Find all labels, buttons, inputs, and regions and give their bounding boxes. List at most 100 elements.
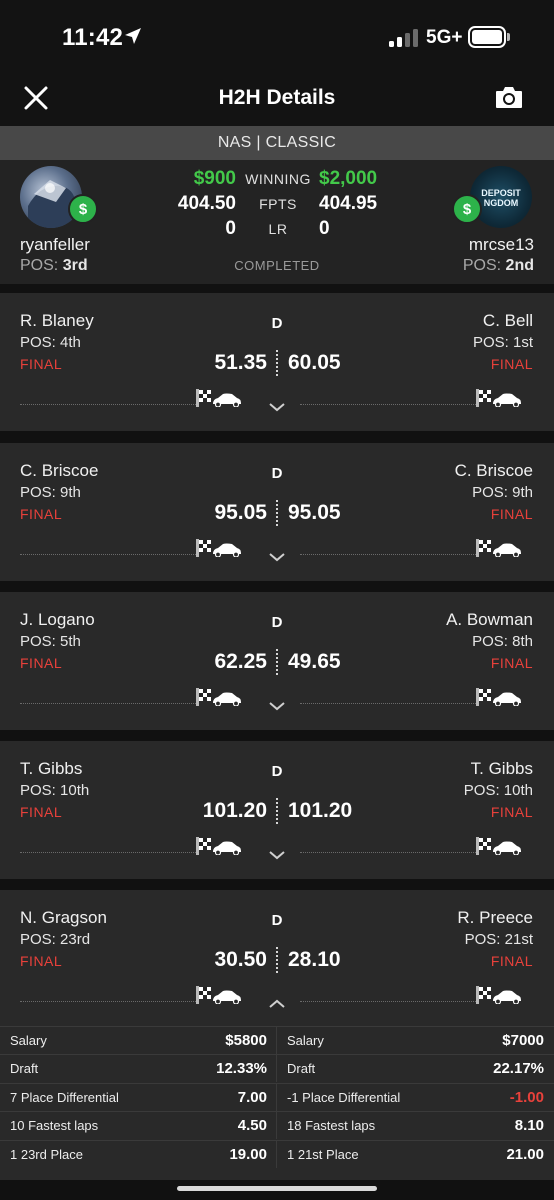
location-arrow-icon	[125, 28, 141, 44]
roster-position: D	[271, 315, 283, 332]
left-driver-status: FINAL	[20, 356, 63, 372]
matchup-card[interactable]: T. Gibbs POS: 10th FINAL D 101.20 101.20 T. Gi…	[0, 741, 554, 879]
right-stat-label: 1 21st Place	[287, 1146, 359, 1162]
fpts-label: FPTS	[259, 196, 297, 212]
left-username[interactable]: ryanfeller	[20, 235, 90, 255]
left-race-progress-track	[20, 703, 196, 704]
left-driver-status: FINAL	[20, 506, 63, 522]
right-stat-label: 18 Fastest laps	[287, 1118, 376, 1134]
checkered-flag-car-icon	[196, 986, 242, 1009]
camera-icon[interactable]	[494, 84, 524, 110]
score-divider	[276, 500, 278, 526]
stat-row: Salary $5800 Salary $7000	[0, 1026, 554, 1054]
matchup-card[interactable]: N. Gragson POS: 23rd FINAL D 30.50 28.10 R. Pr…	[0, 890, 554, 1180]
left-driver-status: FINAL	[20, 655, 63, 671]
checkered-flag-car-icon	[476, 539, 522, 562]
right-stat-value: -1.00	[509, 1088, 544, 1106]
right-race-progress-track	[300, 554, 476, 555]
matchup-card[interactable]: C. Briscoe POS: 9th FINAL D 95.05 95.05 C. Bri…	[0, 443, 554, 581]
right-driver-position: POS: 10th	[463, 782, 533, 799]
chevron-down-icon[interactable]	[268, 698, 286, 716]
right-driver-position: POS: 9th	[472, 484, 533, 501]
checkered-flag-car-icon	[196, 539, 242, 562]
left-stat-value: 7.00	[237, 1088, 267, 1106]
matchup-card[interactable]: R. Blaney POS: 4th FINAL D 51.35 60.05 C. Bell…	[0, 293, 554, 431]
checkered-flag-car-icon	[196, 837, 242, 860]
status-bar: 11:42 5G+	[0, 0, 554, 70]
right-driver-status: FINAL	[490, 804, 533, 820]
money-bag-icon: $	[68, 194, 98, 224]
left-driver-position: POS: 5th	[20, 633, 81, 650]
right-race-progress-track	[300, 1001, 476, 1002]
chevron-down-icon[interactable]	[268, 399, 286, 417]
right-stat-label: Draft	[287, 1061, 316, 1077]
matchup-card[interactable]: J. Logano POS: 5th FINAL D 62.25 49.65 A. Bowm…	[0, 592, 554, 730]
network-type: 5G+	[426, 27, 463, 48]
h2h-summary: $ DEPOSIT NGDOM $ ryanfeller POS: 3rd mrc…	[0, 160, 554, 284]
left-stat-label: Salary	[10, 1033, 47, 1048]
score-divider	[276, 350, 278, 376]
left-fpts: 404.50	[177, 193, 236, 214]
left-winning-amount: $900	[193, 168, 236, 189]
right-username[interactable]: mrcse13	[469, 235, 534, 255]
right-driver-status: FINAL	[490, 506, 533, 522]
checkered-flag-car-icon	[476, 986, 522, 1009]
left-driver-position: POS: 10th	[20, 782, 90, 799]
left-stat-label: 7 Place Differential	[10, 1089, 119, 1105]
contest-type-bar: NAS | CLASSIC	[0, 126, 554, 160]
right-driver-position: POS: 21st	[464, 931, 533, 948]
right-driver-name[interactable]: T. Gibbs	[471, 759, 533, 779]
right-lr: 0	[319, 218, 330, 239]
right-driver-name[interactable]: C. Bell	[483, 311, 533, 331]
right-driver-name[interactable]: R. Preece	[457, 908, 533, 928]
right-driver-name[interactable]: A. Bowman	[446, 610, 533, 630]
chevron-down-icon[interactable]	[268, 847, 286, 865]
right-driver-score: 49.65	[288, 650, 341, 673]
left-driver-position: POS: 4th	[20, 334, 81, 351]
left-stat-value: 19.00	[229, 1145, 267, 1163]
contest-status: COMPLETED	[234, 258, 320, 273]
winning-label: WINNING	[245, 171, 311, 187]
checkered-flag-car-icon	[196, 389, 242, 412]
right-stat-value: 21.00	[506, 1145, 544, 1163]
right-driver-name[interactable]: C. Briscoe	[455, 461, 533, 481]
chevron-up-icon[interactable]	[268, 996, 286, 1014]
right-user-avatar[interactable]: DEPOSIT NGDOM	[470, 166, 532, 228]
right-driver-status: FINAL	[490, 356, 533, 372]
stat-row: 7 Place Differential 7.00 -1 Place Differe…	[0, 1082, 554, 1111]
left-driver-score: 30.50	[214, 948, 267, 971]
lr-label: LR	[268, 221, 288, 237]
left-stat-label: Draft	[10, 1061, 39, 1077]
right-winning-amount: $2,000	[319, 168, 378, 189]
right-stat-label: Salary	[287, 1033, 324, 1048]
battery-icon	[468, 26, 506, 48]
checkered-flag-car-icon	[476, 389, 522, 412]
score-divider	[276, 798, 278, 824]
left-driver-status: FINAL	[20, 953, 63, 969]
left-stat-label: 1 23rd Place	[10, 1146, 83, 1162]
left-driver-score: 62.25	[214, 650, 267, 673]
right-stat-value: $7000	[502, 1032, 544, 1049]
navigation-bar: H2H Details	[0, 70, 554, 126]
right-race-progress-track	[300, 852, 476, 853]
chevron-down-icon[interactable]	[268, 549, 286, 567]
right-race-progress-track	[300, 404, 476, 405]
right-stat-label: -1 Place Differential	[287, 1089, 401, 1105]
right-driver-status: FINAL	[490, 655, 533, 671]
right-driver-status: FINAL	[490, 953, 533, 969]
home-indicator[interactable]	[177, 1186, 377, 1191]
left-race-progress-track	[20, 852, 196, 853]
right-fpts: 404.95	[319, 193, 378, 214]
left-driver-position: POS: 23rd	[20, 931, 91, 948]
right-stat-value: 8.10	[514, 1117, 544, 1135]
score-divider	[276, 947, 278, 973]
score-divider	[276, 649, 278, 675]
stat-row: Draft 12.33% Draft 22.17%	[0, 1054, 554, 1083]
right-driver-score: 95.05	[288, 501, 341, 524]
right-driver-score: 60.05	[288, 351, 341, 374]
left-driver-score: 95.05	[214, 501, 267, 524]
left-stat-value: 12.33%	[216, 1060, 267, 1078]
status-time: 11:42	[62, 24, 124, 51]
left-stat-value: $5800	[225, 1032, 267, 1049]
right-driver-position: POS: 8th	[472, 633, 533, 650]
